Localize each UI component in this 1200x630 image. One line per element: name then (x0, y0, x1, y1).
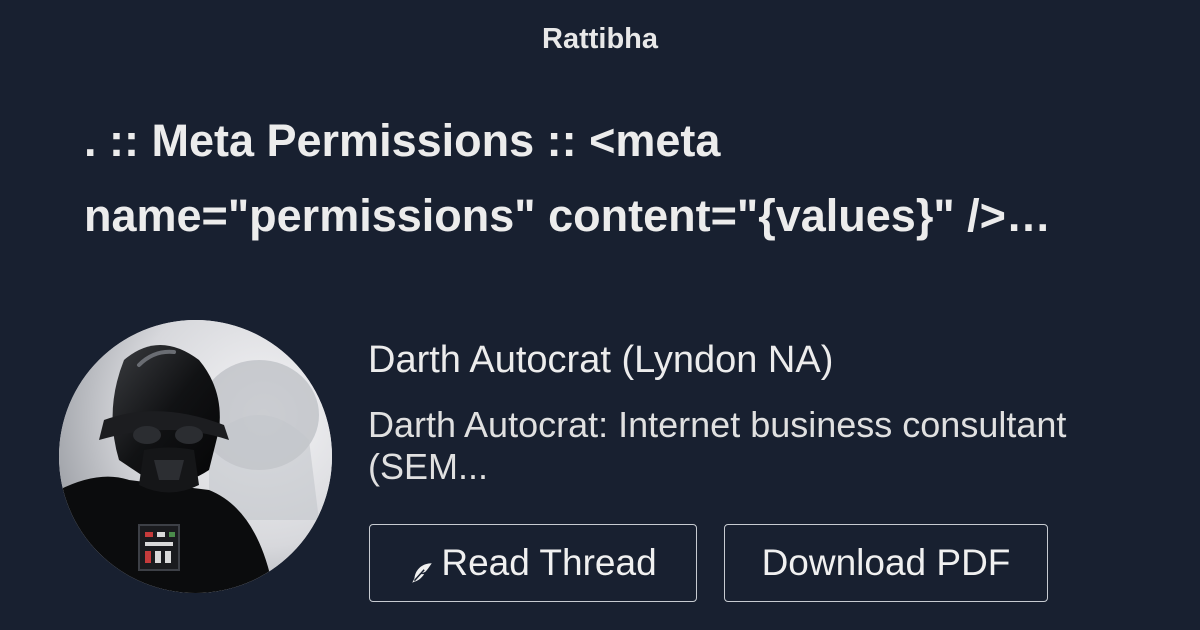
thread-title: . :: Meta Permissions :: <meta name="per… (84, 115, 1051, 241)
read-thread-button[interactable]: Read Thread (369, 524, 697, 602)
avatar (59, 320, 332, 593)
download-pdf-button[interactable]: Download PDF (724, 524, 1048, 602)
read-thread-label: Read Thread (441, 542, 657, 583)
author-name: Darth Autocrat (Lyndon NA) (368, 339, 834, 381)
feather-icon (409, 553, 435, 583)
author-bio: Darth Autocrat: Internet business consul… (368, 404, 1067, 487)
brand-name: Rattibha (542, 23, 658, 55)
download-pdf-label: Download PDF (761, 542, 1011, 583)
